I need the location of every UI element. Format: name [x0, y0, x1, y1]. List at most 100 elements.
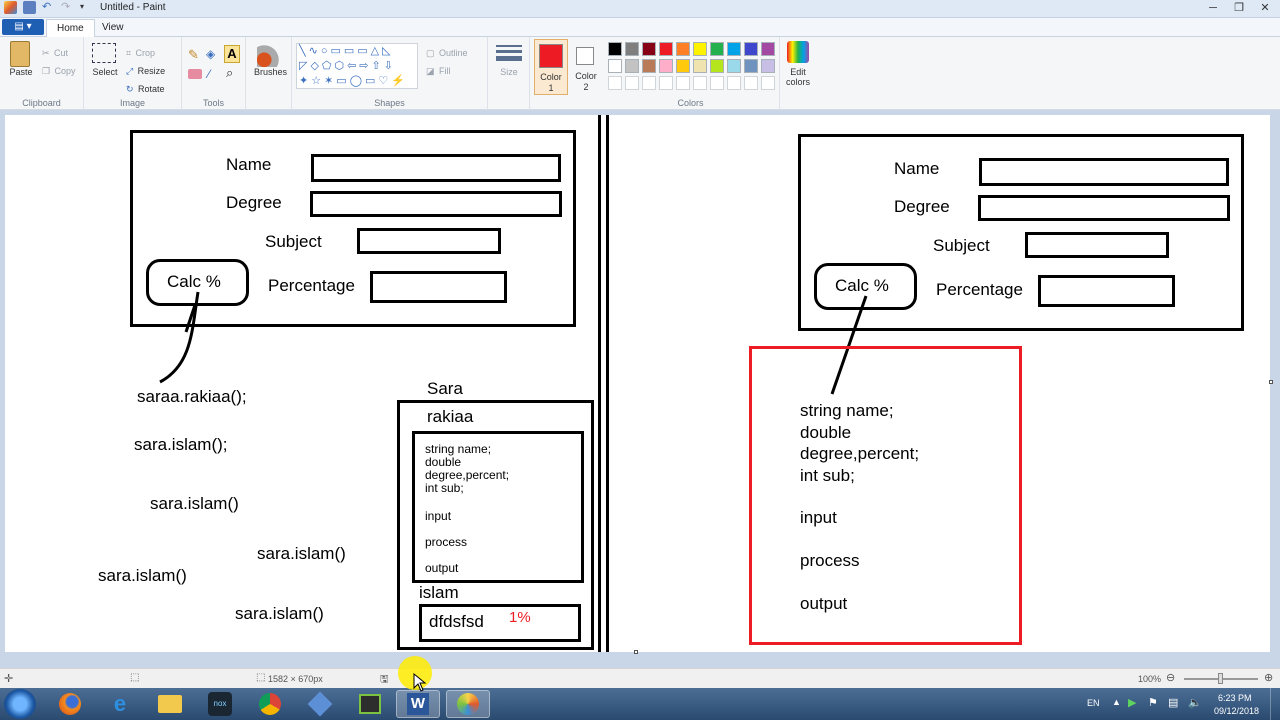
size-lines-icon	[496, 45, 522, 47]
palette-swatch[interactable]	[761, 59, 775, 73]
palette-swatch-empty[interactable]	[659, 76, 673, 90]
cut-button[interactable]: ✂ Cut	[42, 43, 68, 61]
palette-swatch[interactable]	[710, 59, 724, 73]
eraser-icon[interactable]	[188, 69, 202, 79]
taskbar-ie[interactable]: e	[98, 690, 142, 718]
tray-flag-icon[interactable]: ⚑	[1148, 696, 1158, 709]
save-icon[interactable]	[23, 1, 36, 14]
palette-swatch-empty[interactable]	[693, 76, 707, 90]
fill-button[interactable]: ◪ Fill	[426, 61, 450, 79]
tab-view[interactable]: View	[92, 19, 134, 37]
tray-date[interactable]: 09/12/2018	[1214, 706, 1259, 716]
brushes-button[interactable]: Brushes	[254, 43, 287, 77]
undo-icon[interactable]: ↶	[42, 1, 55, 14]
crop-button[interactable]: ⌗ Crop	[126, 43, 155, 61]
taskbar-firefox[interactable]	[48, 690, 92, 718]
palette-swatch[interactable]	[710, 42, 724, 56]
resize-label: Resize	[137, 66, 166, 76]
maximize-button[interactable]: ❐	[1226, 0, 1252, 17]
palette-swatch[interactable]	[676, 59, 690, 73]
pencil-icon[interactable]: ✎	[188, 47, 204, 63]
color-picker-icon[interactable]: ⁄	[208, 67, 210, 81]
palette-swatch[interactable]	[659, 42, 673, 56]
color2-button[interactable]: Color 2	[570, 39, 602, 95]
palette-swatch-empty[interactable]	[727, 76, 741, 90]
color1-button[interactable]: Color 1	[534, 39, 568, 95]
palette-swatch[interactable]	[642, 59, 656, 73]
tray-language[interactable]: EN	[1087, 698, 1100, 708]
outline-button[interactable]: ▢ Outline	[426, 43, 468, 61]
palette-swatch[interactable]	[761, 42, 775, 56]
palette-swatch[interactable]	[676, 42, 690, 56]
taskbar-camtasia[interactable]	[348, 690, 392, 718]
rotate-button[interactable]: ↻ Rotate	[126, 79, 165, 97]
palette-swatch-empty[interactable]	[744, 76, 758, 90]
shapes-gallery[interactable]: ╲∿○▭▭▭△◺ ◸◇⬠⬡⇦⇨⇧⇩ ✦☆✶▭◯▭♡⚡	[296, 43, 418, 89]
resize-button[interactable]: ⤢ Resize	[126, 61, 165, 79]
canvas-resize-handle-right[interactable]	[1269, 380, 1273, 384]
fill-shape-icon: ◪	[426, 66, 435, 76]
palette-swatch[interactable]	[744, 42, 758, 56]
palette-swatch[interactable]	[727, 42, 741, 56]
zoom-slider[interactable]	[1184, 673, 1258, 684]
canvas-resize-handle-bottom[interactable]	[634, 650, 638, 654]
fill-icon[interactable]: ◈	[206, 47, 222, 63]
select-button[interactable]: Select	[90, 43, 120, 77]
taskbar-word[interactable]: W	[396, 690, 440, 718]
palette-swatch[interactable]	[727, 59, 741, 73]
palette-swatch-empty[interactable]	[608, 76, 622, 90]
close-button[interactable]: ✕	[1252, 0, 1278, 17]
edit-colors-icon	[787, 41, 809, 63]
rotate-icon: ↻	[126, 84, 134, 94]
palette-swatch[interactable]	[659, 59, 673, 73]
tray-time[interactable]: 6:23 PM	[1218, 693, 1252, 703]
palette-swatch-empty[interactable]	[642, 76, 656, 90]
size-button[interactable]: Size	[496, 45, 522, 77]
object-code-lines: string name; double degree,percent; int …	[425, 443, 509, 495]
palette-swatch[interactable]	[608, 42, 622, 56]
text-icon[interactable]: A	[224, 45, 240, 63]
tray-volume-icon[interactable]: 🔈	[1188, 696, 1202, 709]
taskbar-nox[interactable]: nox	[198, 690, 242, 718]
taskbar-chrome[interactable]	[248, 690, 292, 718]
call-islam-4: sara.islam()	[98, 566, 187, 585]
tray-expand-icon[interactable]: ▲	[1112, 697, 1121, 707]
palette-swatch[interactable]	[693, 42, 707, 56]
customize-toolbar-icon[interactable]: ▾	[80, 1, 93, 14]
palette-swatch[interactable]	[625, 42, 639, 56]
zoom-out-button[interactable]: ⊖	[1166, 671, 1175, 684]
show-desktop-button[interactable]	[1270, 688, 1280, 720]
redo-icon[interactable]: ↷	[61, 1, 74, 14]
right-degree-label: Degree	[894, 197, 950, 216]
palette-swatch[interactable]	[625, 59, 639, 73]
image-group: Select ⌗ Crop ⤢ Resize ↻ Rotate Image	[84, 37, 182, 110]
taskbar-explorer[interactable]	[148, 690, 192, 718]
start-button[interactable]	[4, 689, 36, 719]
taskbar: e nox W EN ▲ ▶ ⚑ ▤ 🔈 6:23 PM 09/12/2018	[0, 688, 1280, 720]
minimize-button[interactable]: ─	[1200, 0, 1226, 17]
palette-swatch-empty[interactable]	[625, 76, 639, 90]
palette-swatch-empty[interactable]	[676, 76, 690, 90]
color1-label: Color	[540, 72, 562, 82]
taskbar-paint[interactable]	[446, 690, 490, 718]
paste-button[interactable]: Paste	[6, 41, 36, 77]
palette-swatch[interactable]	[693, 59, 707, 73]
copy-button[interactable]: ❐ Copy	[42, 61, 76, 79]
taskbar-virtualbox[interactable]	[298, 690, 342, 718]
tab-home[interactable]: Home	[46, 19, 95, 37]
palette-swatch-empty[interactable]	[761, 76, 775, 90]
palette-swatch[interactable]	[608, 59, 622, 73]
tray-play-icon[interactable]: ▶	[1128, 696, 1136, 709]
zoom-in-button[interactable]: ⊕	[1264, 671, 1273, 684]
image-dimensions: 1582 × 670px	[268, 674, 323, 684]
palette-swatch-empty[interactable]	[710, 76, 724, 90]
magnifier-icon[interactable]: ⌕	[226, 65, 233, 81]
tray-network-icon[interactable]: ▤	[1168, 696, 1178, 709]
folder-icon	[158, 695, 182, 713]
zoom-slider-thumb[interactable]	[1218, 673, 1223, 684]
edit-colors-button[interactable]: Edit colors	[780, 41, 816, 97]
palette-swatch[interactable]	[642, 42, 656, 56]
palette-swatch[interactable]	[744, 59, 758, 73]
call-islam-2: sara.islam()	[150, 494, 239, 513]
file-menu-button[interactable]: ▤ ▾	[2, 19, 44, 35]
